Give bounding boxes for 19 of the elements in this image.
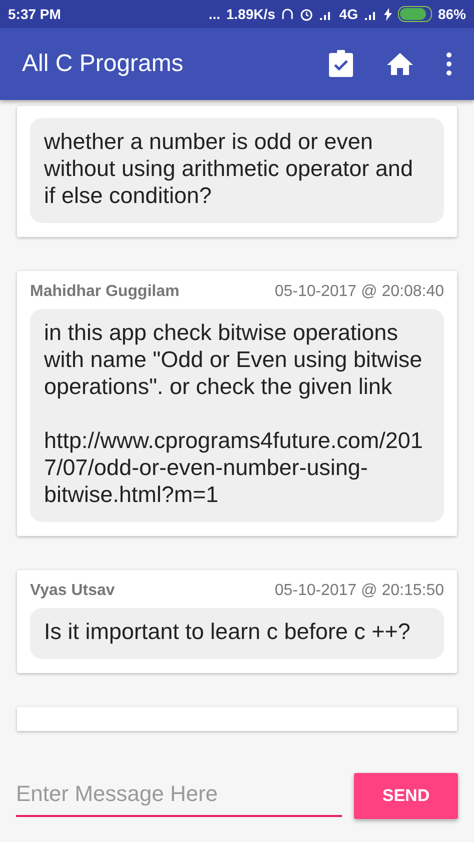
message-bubble: whether a number is odd or even without using arithmetic operator and if else condition? <box>30 118 444 223</box>
headset-icon <box>281 8 294 20</box>
message-bubble: Is it important to learn c before c ++? <box>30 608 444 659</box>
battery-percent: 86% <box>438 6 466 22</box>
message-bubble: in this app check bitwise operations with name "Odd or Even using bitwise operations". or check the given link http://www.cprograms4future.com/2017/07/odd-or-even-number-using-bitwise.html?m=1 <box>30 309 444 522</box>
send-button[interactable]: SEND <box>354 773 458 819</box>
status-dots: ... <box>208 6 220 22</box>
message-time: 05-10-2017 @ 20:08:40 <box>274 283 444 301</box>
network-speed: 1.89K/s <box>226 6 276 22</box>
charging-icon <box>384 8 392 20</box>
battery-icon <box>398 6 432 22</box>
sender-name: Vyas Utsav <box>30 582 115 600</box>
network-type: 4G <box>339 6 358 22</box>
message-input[interactable]: Enter Message Here <box>16 775 342 817</box>
app-title: All C Programs <box>22 50 184 78</box>
status-time: 5:37 PM <box>8 6 61 22</box>
sender-name: Mahidhar Guggilam <box>30 283 180 301</box>
message-time: 05-10-2017 @ 20:15:50 <box>274 582 444 600</box>
alarm-icon <box>300 8 314 20</box>
